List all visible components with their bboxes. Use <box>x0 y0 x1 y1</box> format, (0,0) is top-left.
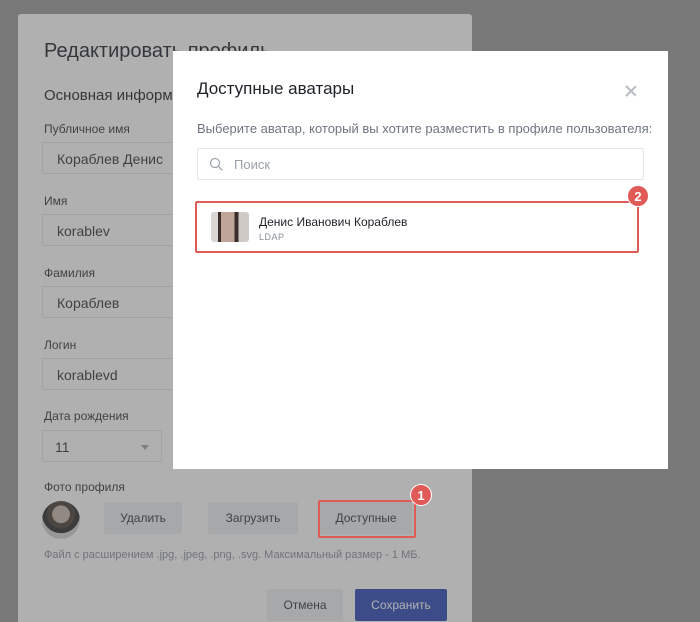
search-box[interactable] <box>197 148 644 180</box>
annotation-highlight-1 <box>318 500 416 538</box>
close-icon[interactable] <box>624 84 638 98</box>
annotation-badge-1: 1 <box>410 484 432 506</box>
search-input[interactable] <box>234 149 634 179</box>
modal-title: Доступные аватары <box>197 79 355 98</box>
annotation-highlight-2 <box>195 201 639 253</box>
available-avatars-modal: Доступные аватары Выберите аватар, котор… <box>173 51 668 469</box>
annotation-badge-2: 2 <box>627 185 649 207</box>
modal-description: Выберите аватар, который вы хотите разме… <box>197 121 653 136</box>
search-icon <box>209 157 223 171</box>
